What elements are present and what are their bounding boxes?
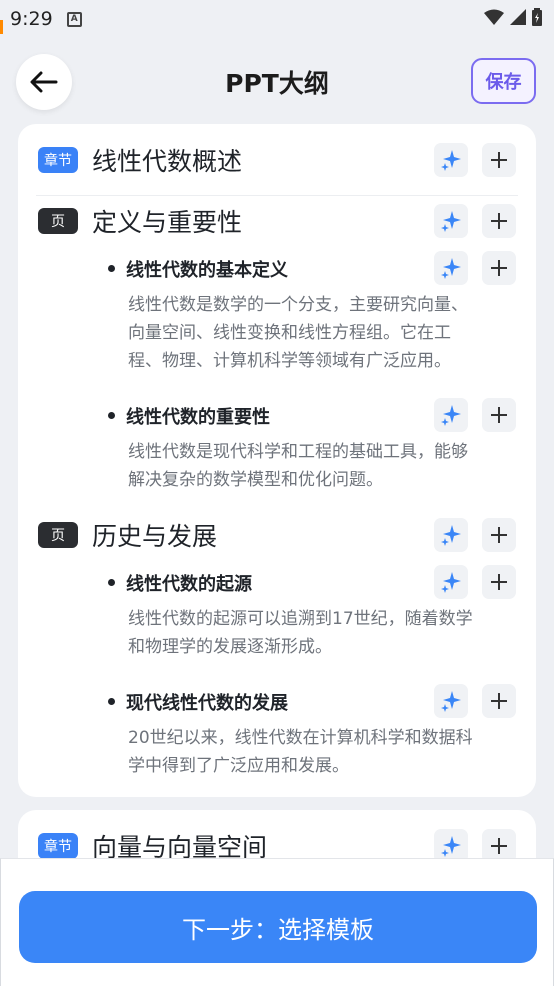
- point-description[interactable]: 20世纪以来，线性代数在计算机科学和数据科 学中得到了广泛应用和发展。: [128, 724, 508, 780]
- sparkle-icon: [441, 405, 461, 426]
- plus-icon: [491, 693, 507, 709]
- ai-expand-button[interactable]: [434, 565, 468, 599]
- add-button[interactable]: [482, 204, 516, 238]
- ai-expand-button[interactable]: [434, 204, 468, 238]
- sparkle-icon: [441, 836, 461, 857]
- point-title[interactable]: 线性代数的重要性: [126, 403, 270, 429]
- sparkle-icon: [441, 150, 461, 171]
- desc-line: 线性代数是现代科学和工程的基础工具，能够: [128, 442, 468, 462]
- save-button[interactable]: 保存: [471, 58, 536, 104]
- desc-line: 解决复杂的数学模型和优化问题。: [128, 470, 383, 490]
- bullet-dot: [108, 412, 115, 419]
- plus-icon: [491, 152, 507, 168]
- status-bar: 9:29 A: [0, 0, 554, 38]
- signal-icon: [510, 9, 526, 25]
- page-heading[interactable]: 定义与重要性: [92, 203, 242, 239]
- chapter-title[interactable]: 线性代数概述: [92, 142, 242, 178]
- desc-line: 线性代数的起源可以追溯到17世纪，随着数学: [128, 609, 473, 629]
- wifi-icon: [484, 9, 504, 25]
- bottom-action-bar: 下一步：选择模板: [0, 858, 554, 986]
- page-heading[interactable]: 历史与发展: [92, 517, 217, 553]
- page-badge: 页: [38, 522, 78, 548]
- ai-expand-button[interactable]: [434, 684, 468, 718]
- point-description[interactable]: 线性代数的起源可以追溯到17世纪，随着数学 和物理学的发展逐渐形成。: [128, 605, 508, 661]
- point-title[interactable]: 线性代数的起源: [126, 570, 252, 596]
- point-description[interactable]: 线性代数是现代科学和工程的基础工具，能够 解决复杂的数学模型和优化问题。: [128, 438, 508, 494]
- notification-icon: A: [66, 11, 82, 27]
- point-title[interactable]: 现代线性代数的发展: [126, 689, 288, 715]
- status-time: 9:29: [10, 8, 53, 30]
- point-description[interactable]: 线性代数是数学的一个分支，主要研究向量、 向量空间、线性变换和线性方程组。它在工…: [128, 291, 508, 375]
- desc-line: 程、物理、计算机科学等领域有广泛应用。: [128, 351, 451, 371]
- plus-icon: [491, 213, 507, 229]
- plus-icon: [491, 260, 507, 276]
- next-step-button[interactable]: 下一步：选择模板: [19, 891, 537, 963]
- app-header: PPT大纲 保存: [0, 38, 554, 124]
- add-button[interactable]: [482, 251, 516, 285]
- chapter-card: 章节 线性代数概述 页 定义与重要性 线性代数的基本定义 线性代数是数学的一个分…: [18, 124, 536, 797]
- add-button[interactable]: [482, 518, 516, 552]
- ai-expand-button[interactable]: [434, 829, 468, 858]
- ai-expand-button[interactable]: [434, 251, 468, 285]
- desc-line: 20世纪以来，线性代数在计算机科学和数据科: [128, 728, 473, 748]
- chapter-title[interactable]: 向量与向量空间: [92, 828, 267, 858]
- add-button[interactable]: [482, 143, 516, 177]
- ai-expand-button[interactable]: [434, 398, 468, 432]
- plus-icon: [491, 838, 507, 854]
- status-indicators: [484, 8, 542, 26]
- add-button[interactable]: [482, 829, 516, 858]
- desc-line: 向量空间、线性变换和线性方程组。它在工: [128, 323, 451, 343]
- chapter-badge: 章节: [38, 833, 78, 858]
- bullet-dot: [108, 265, 115, 272]
- add-button[interactable]: [482, 684, 516, 718]
- ai-expand-button[interactable]: [434, 143, 468, 177]
- battery-icon: [532, 8, 542, 26]
- desc-line: 学中得到了广泛应用和发展。: [128, 756, 349, 776]
- desc-line: 线性代数是数学的一个分支，主要研究向量、: [128, 295, 468, 315]
- add-button[interactable]: [482, 398, 516, 432]
- desc-line: 和物理学的发展逐渐形成。: [128, 637, 332, 657]
- bullet-dot: [108, 579, 115, 586]
- sparkle-icon: [441, 572, 461, 593]
- chapter-badge: 章节: [38, 147, 78, 173]
- plus-icon: [491, 574, 507, 590]
- bullet-dot: [108, 698, 115, 705]
- divider: [36, 195, 518, 196]
- sparkle-icon: [441, 211, 461, 232]
- sparkle-icon: [441, 691, 461, 712]
- page-badge: 页: [38, 208, 78, 234]
- point-title[interactable]: 线性代数的基本定义: [126, 256, 288, 282]
- chapter-card: 章节 向量与向量空间: [18, 810, 536, 858]
- plus-icon: [491, 407, 507, 423]
- plus-icon: [491, 527, 507, 543]
- sparkle-icon: [441, 258, 461, 279]
- ai-expand-button[interactable]: [434, 518, 468, 552]
- sparkle-icon: [441, 525, 461, 546]
- add-button[interactable]: [482, 565, 516, 599]
